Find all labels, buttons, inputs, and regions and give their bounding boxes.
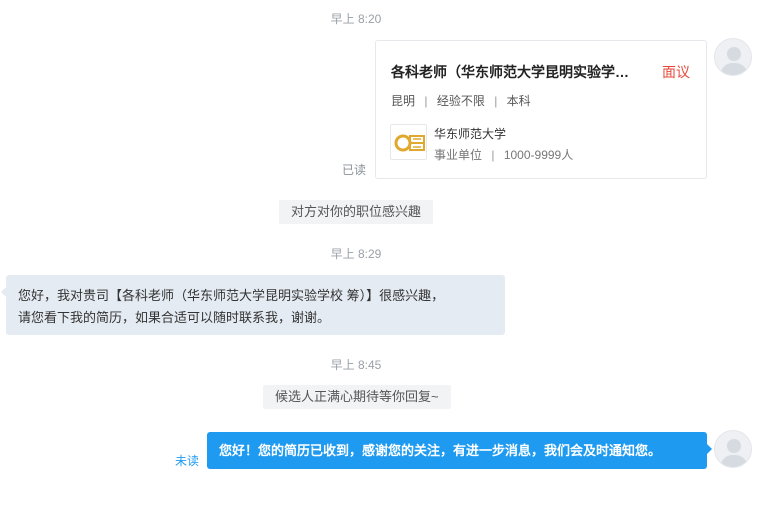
read-status: 已读 — [342, 163, 367, 177]
system-notice: 对方对你的职位感兴趣 — [279, 200, 434, 224]
system-notice: 候选人正满心期待等你回复~ — [263, 385, 451, 409]
unread-status: 未读 — [175, 454, 200, 468]
user-avatar-icon — [715, 39, 751, 75]
timestamp: 早上 8:29 — [330, 247, 382, 261]
outgoing-message-bubble: 您好！您的简历已收到，感谢您的关注，有进一步消息，我们会及时通知您。 — [207, 432, 712, 469]
avatar[interactable] — [714, 38, 752, 76]
timestamp: 早上 8:20 — [330, 12, 382, 26]
org-size: 1000-9999人 — [503, 148, 574, 162]
message-line: 请您看下我的简历，如果合适可以随时联系我，谢谢。 — [18, 310, 331, 325]
job-card[interactable]: 各科老师（华东师范大学昆明实验学… 面议 昆明 | 经验不限 | 本科 华东师范… — [375, 40, 707, 179]
job-education: 本科 — [506, 94, 531, 108]
timestamp: 早上 8:45 — [330, 358, 382, 372]
separator: | — [494, 94, 498, 108]
separator: | — [424, 94, 428, 108]
user-avatar-icon — [715, 431, 751, 467]
incoming-message-bubble: 您好，我对贵司【各科老师（华东师范大学昆明实验学校 筹）】很感兴趣， 请您看下我… — [1, 275, 505, 335]
job-experience: 经验不限 — [436, 94, 485, 108]
salary-tag: 面议 — [662, 64, 690, 80]
org-type: 事业单位 — [434, 148, 483, 162]
org-meta: 事业单位 | 1000-9999人 — [434, 146, 573, 163]
avatar[interactable] — [714, 430, 752, 468]
job-title: 各科老师（华东师范大学昆明实验学… — [391, 64, 629, 80]
message-line: 您好，我对贵司【各科老师（华东师范大学昆明实验学校 筹）】很感兴趣， — [18, 288, 445, 303]
job-city: 昆明 — [391, 94, 416, 108]
job-meta: 昆明 | 经验不限 | 本科 — [391, 92, 531, 109]
org-name: 华东师范大学 — [434, 127, 507, 141]
separator: | — [491, 148, 495, 162]
university-logo-icon — [390, 124, 427, 160]
